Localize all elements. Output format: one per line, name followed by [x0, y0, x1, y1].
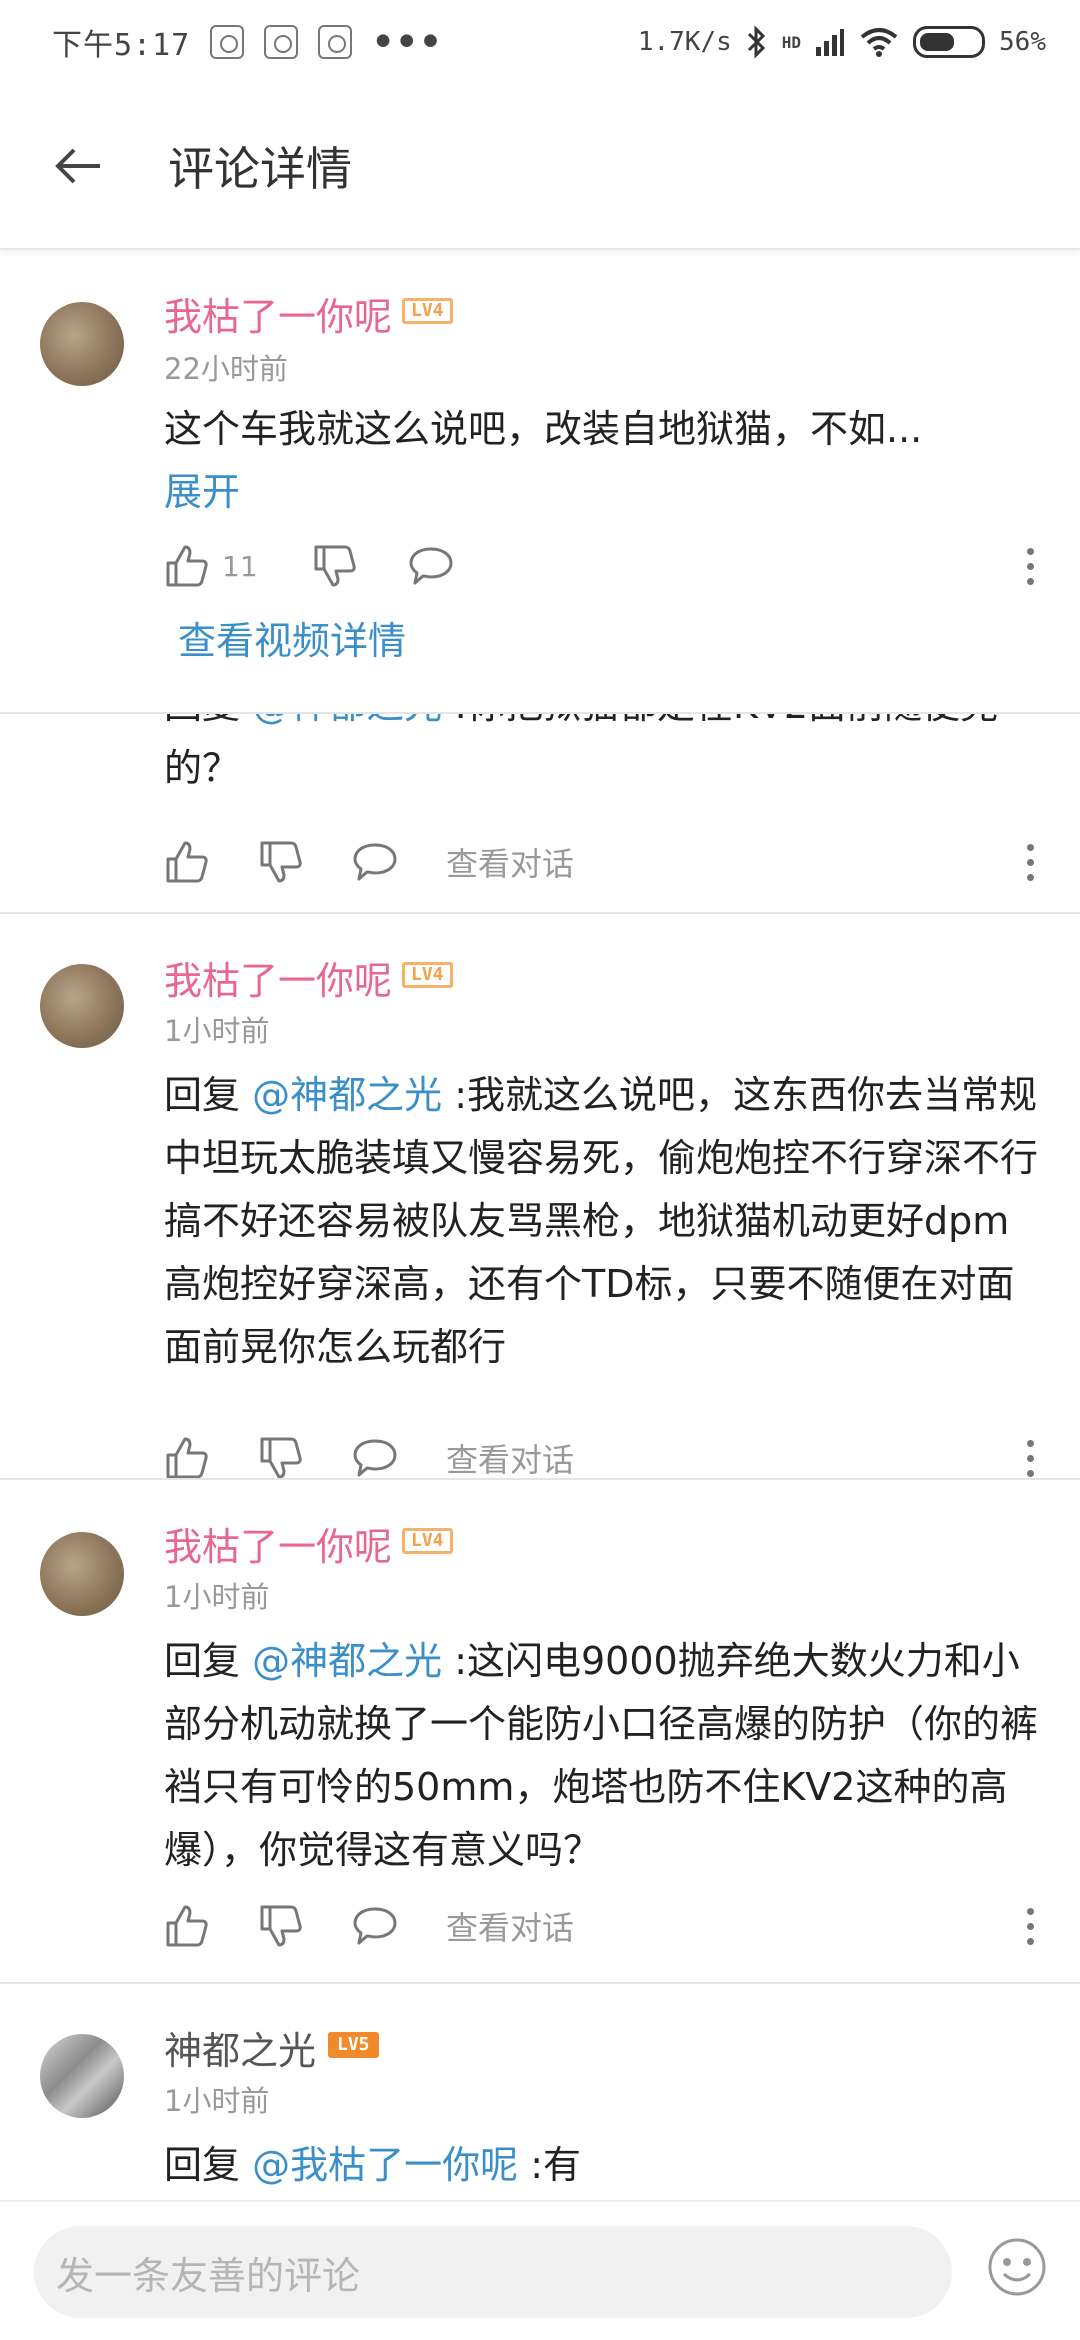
username[interactable]: 我枯了一你呢: [164, 286, 392, 341]
main-comment: 我枯了一你呢 LV4 22小时前 这个车我就这么说吧，改装自地狱猫，不如... …: [0, 250, 1080, 712]
reply-button[interactable]: [352, 839, 398, 885]
thumbs-down-icon: [260, 1905, 302, 1947]
comment-time: 1小时前: [164, 1014, 270, 1048]
comment-time: 1小时前: [164, 2084, 270, 2118]
reply-item: 我枯了一你呢 LV4 1小时前 回复 @神都之光 :我就这么说吧，这东西你去当常…: [0, 914, 1080, 1481]
level-badge: LV5: [328, 2032, 379, 2058]
comment-icon: [353, 1439, 397, 1477]
reply-item: 我枯了一你呢 LV4 1小时前 回复 @神都之光 :这闪电9000抛弃绝大数火力…: [0, 1480, 1080, 1980]
username[interactable]: 我枯了一你呢: [164, 950, 392, 1005]
more-options-button[interactable]: [1020, 832, 1040, 892]
avatar[interactable]: [40, 2034, 124, 2118]
mention-link[interactable]: @神都之光: [252, 1639, 442, 1683]
back-button[interactable]: [50, 138, 106, 194]
expand-link[interactable]: 展开: [164, 470, 240, 514]
view-conversation-link[interactable]: 查看对话: [446, 1435, 574, 1481]
level-badge: LV4: [402, 298, 453, 324]
network-speed: 1.7K/s: [637, 27, 732, 57]
comment-input[interactable]: 发一条友善的评论: [34, 2226, 952, 2318]
more-notifications-icon: •••: [372, 21, 444, 63]
battery-icon: [913, 26, 986, 58]
reply-item: 回复 @神都之光 :你把狱猫都是在KV2面前随便晃的？ 查看对话: [0, 714, 1080, 912]
comment-icon: [353, 1907, 397, 1945]
signal-icon: [816, 29, 845, 56]
thumbs-up-icon: [166, 841, 208, 883]
comment-text: 这个车我就这么说吧，改装自地狱猫，不如... 展开: [164, 398, 1044, 524]
level-badge: LV4: [402, 962, 453, 988]
like-button[interactable]: [164, 1903, 210, 1949]
thumbs-down-icon: [314, 545, 356, 587]
thumbs-up-icon: [166, 545, 208, 587]
thumbs-up-icon: [166, 1437, 208, 1479]
avatar[interactable]: [40, 1532, 124, 1616]
status-time: 下午5:17: [52, 28, 191, 63]
more-options-button[interactable]: [1020, 536, 1040, 596]
comment-composer-bar: 发一条友善的评论: [0, 2200, 1080, 2340]
dislike-button[interactable]: [258, 839, 304, 885]
bluetooth-icon: [747, 25, 765, 59]
comment-time: 1小时前: [164, 1580, 270, 1614]
reply-item: 神都之光 LV5 1小时前 回复 @我枯了一你呢 :有: [0, 1984, 1080, 2200]
app-header: 评论详情: [0, 84, 1080, 250]
like-button[interactable]: [164, 839, 210, 885]
notification-app-icon: [264, 25, 299, 59]
view-conversation-link[interactable]: 查看对话: [446, 1903, 574, 1949]
emoji-icon[interactable]: [986, 2236, 1048, 2298]
reply-text: 回复 @神都之光 :我就这么说吧，这东西你去当常规中坦玩太脆装填又慢容易死，偷炮…: [164, 1073, 1039, 1369]
reply-button[interactable]: [352, 1435, 398, 1481]
mention-link[interactable]: @神都之光: [252, 714, 442, 727]
level-badge: LV4: [402, 1528, 453, 1554]
dislike-button[interactable]: [312, 543, 358, 589]
username[interactable]: 神都之光: [164, 2020, 316, 2075]
status-bar: 下午5:17 ••• 1.7K/s HD 56%: [0, 0, 1080, 84]
comment-time: 22小时前: [164, 352, 288, 386]
reply-text: 回复 @我枯了一你呢 :有: [164, 2143, 581, 2187]
reply-actions: 查看对话: [164, 1896, 574, 1956]
avatar[interactable]: [40, 964, 124, 1048]
comment-actions: 11: [164, 536, 454, 596]
comment-icon: [409, 547, 453, 585]
thumbs-up-icon: [166, 1905, 208, 1947]
like-button[interactable]: 11: [164, 543, 258, 589]
view-video-details-link[interactable]: 查看视频详情: [178, 610, 406, 665]
reply-button[interactable]: [408, 543, 454, 589]
hd-label: HD: [781, 32, 802, 52]
reply-actions: 查看对话: [164, 832, 574, 892]
like-button[interactable]: [164, 1435, 210, 1481]
comment-content: 这个车我就这么说吧，改装自地狱猫，不如...: [164, 407, 923, 451]
view-conversation-link[interactable]: 查看对话: [446, 839, 574, 885]
like-count: 11: [222, 549, 258, 583]
reply-text: 回复 @神都之光 :你把狱猫都是在KV2面前随便晃的？: [164, 714, 1044, 800]
notification-app-icon: [210, 25, 245, 59]
avatar[interactable]: [40, 302, 124, 386]
dislike-button[interactable]: [258, 1435, 304, 1481]
page-title: 评论详情: [168, 142, 352, 196]
thumbs-down-icon: [260, 1437, 302, 1479]
more-options-button[interactable]: [1020, 1896, 1040, 1956]
battery-percent: 56%: [999, 27, 1046, 57]
thumbs-down-icon: [260, 841, 302, 883]
username[interactable]: 我枯了一你呢: [164, 1516, 392, 1571]
notification-app-icon: [318, 25, 353, 59]
comment-icon: [353, 843, 397, 881]
reply-button[interactable]: [352, 1903, 398, 1949]
back-arrow-icon: [55, 148, 100, 184]
mention-link[interactable]: @神都之光: [252, 1073, 442, 1117]
dislike-button[interactable]: [258, 1903, 304, 1949]
wifi-icon: [860, 28, 898, 57]
mention-link[interactable]: @我枯了一你呢: [252, 2143, 518, 2187]
reply-text: 回复 @神都之光 :这闪电9000抛弃绝大数火力和小部分机动就换了一个能防小口径…: [164, 1639, 1039, 1872]
